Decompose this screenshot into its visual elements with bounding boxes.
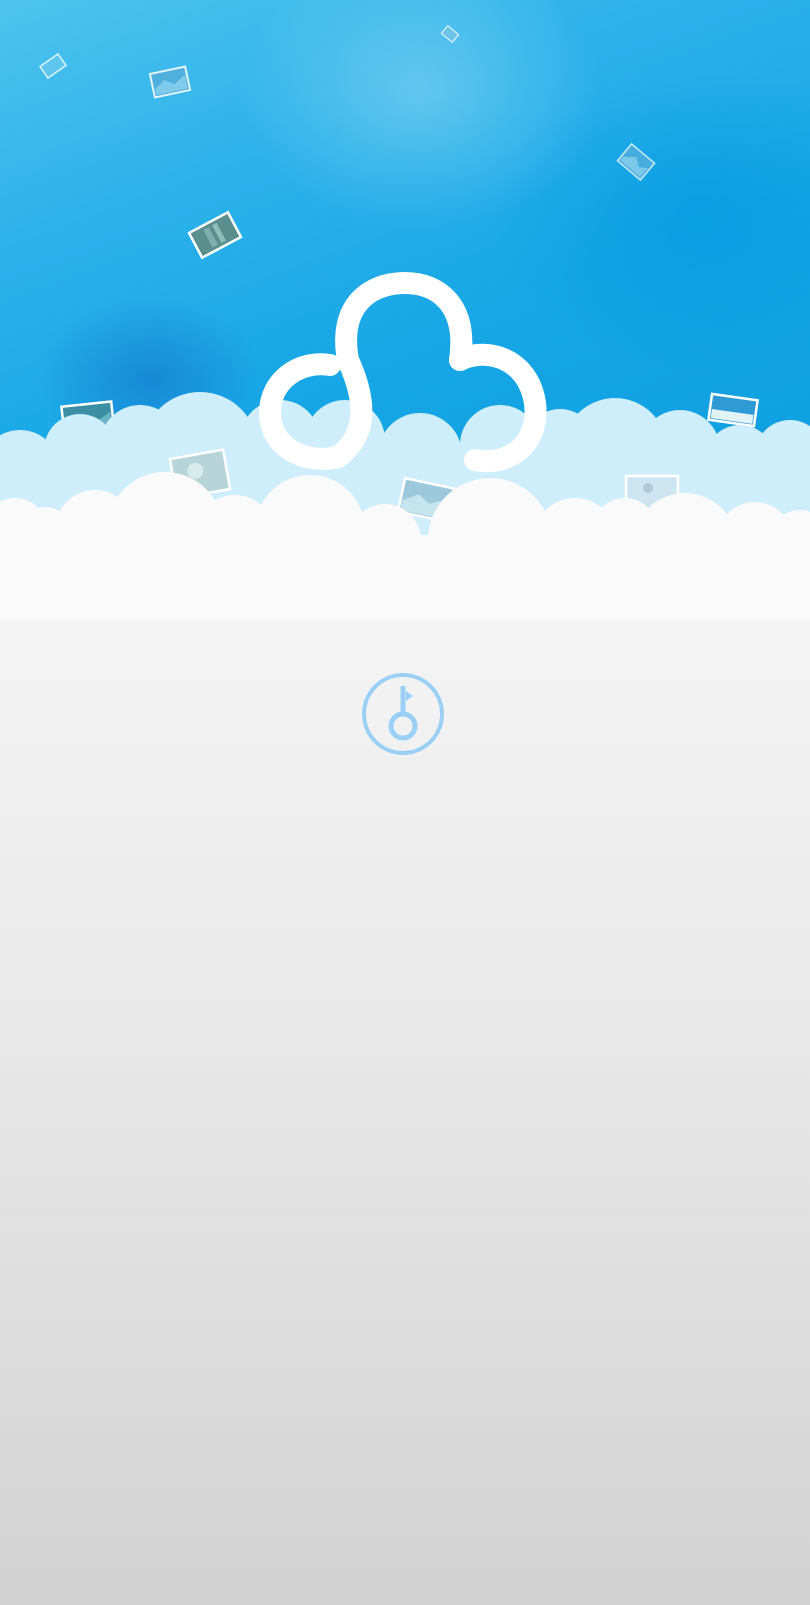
unlock-button[interactable] <box>360 671 446 757</box>
splash-screen <box>0 0 810 1605</box>
key-icon <box>362 673 444 755</box>
cloud-logo-icon <box>258 271 547 473</box>
